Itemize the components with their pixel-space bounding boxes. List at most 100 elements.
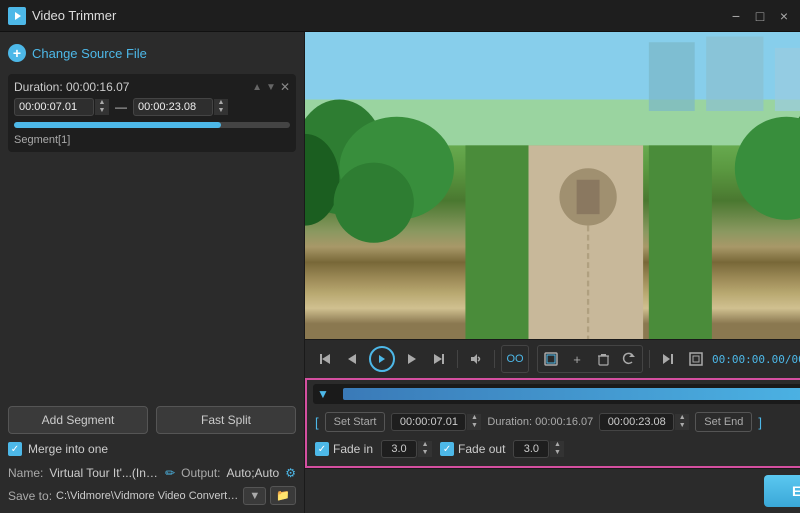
playback-controls: OO + 00:00:0 <box>305 339 800 378</box>
timeline-end-down[interactable]: ▼ <box>675 422 689 430</box>
timeline-end-input[interactable] <box>599 413 674 431</box>
loop-button[interactable]: OO <box>503 347 527 371</box>
restore-button[interactable]: □ <box>752 8 768 24</box>
skip-end-button[interactable] <box>427 347 451 371</box>
export-area: Export <box>305 468 800 513</box>
bracket-left-icon: [ <box>315 415 319 430</box>
edit-icon[interactable]: ✏ <box>165 466 175 480</box>
fade-out-input[interactable] <box>513 440 549 458</box>
file-name: Virtual Tour It'...(Intramuros).mp4 <box>49 466 159 480</box>
fade-out-label: ✓ Fade out <box>440 442 505 456</box>
minimize-button[interactable]: − <box>728 8 744 24</box>
rotate-button[interactable] <box>617 347 641 371</box>
timeline-cursor-icon: ▼ <box>317 387 329 401</box>
fade-in-checkbox[interactable]: ✓ <box>315 442 329 456</box>
output-label: Output: <box>181 466 220 480</box>
end-time-down[interactable]: ▼ <box>214 107 228 115</box>
fade-out-wrap: ▲ ▼ <box>513 440 564 458</box>
app-icon <box>8 7 26 25</box>
view-controls-group: + <box>537 345 643 373</box>
end-time-input-wrap: ▲ ▼ <box>133 98 228 116</box>
end-time-input[interactable] <box>133 98 213 116</box>
fade-out-checkbox[interactable]: ✓ <box>440 442 454 456</box>
volume-button[interactable] <box>464 347 488 371</box>
start-time-input-wrap: ▲ ▼ <box>14 98 109 116</box>
change-source-label: Change Source File <box>32 46 147 61</box>
segment-progress-bar <box>14 122 290 128</box>
segment-header: Duration: 00:00:16.07 ▲ ▼ ✕ <box>14 80 290 94</box>
end-time-wrap: ▲ ▼ <box>599 413 689 431</box>
add-button[interactable]: + <box>565 347 589 371</box>
video-preview <box>305 32 800 339</box>
playback-mode-group: OO <box>501 345 529 373</box>
change-source-button[interactable]: + Change Source File <box>8 40 296 66</box>
crop-button[interactable] <box>539 347 563 371</box>
separator-3 <box>649 350 650 368</box>
main-content: + Change Source File Duration: 00:00:16.… <box>0 32 800 513</box>
fade-in-input[interactable] <box>381 440 417 458</box>
start-time-input[interactable] <box>14 98 94 116</box>
start-time-down[interactable]: ▼ <box>95 107 109 115</box>
set-end-button[interactable]: Set End <box>695 412 752 432</box>
start-time-wrap: ▲ ▼ <box>391 413 481 431</box>
timeline-start-input[interactable] <box>391 413 466 431</box>
duration-prefix: Duration: 00:00:16.07 <box>487 416 593 428</box>
separator-1 <box>457 350 458 368</box>
name-row: Name: Virtual Tour It'...(Intramuros).mp… <box>8 466 296 480</box>
fade-row: ✓ Fade in ▲ ▼ ✓ Fade out <box>313 436 800 462</box>
timeline-fill <box>343 388 800 400</box>
video-frame <box>305 32 800 339</box>
window-controls: − □ × <box>728 8 792 24</box>
merge-label: Merge into one <box>28 442 108 456</box>
close-button[interactable]: × <box>776 8 792 24</box>
timeline-area: ▼ [ Set Start ▲ ▼ Duration: 00:00:16.07 <box>305 378 800 468</box>
set-points-row: [ Set Start ▲ ▼ Duration: 00:00:16.07 <box>313 408 800 436</box>
segment-duration: Duration: 00:00:16.07 <box>14 80 129 94</box>
segment-label: Segment[1] <box>14 134 70 146</box>
save-path: C:\Vidmore\Vidmore Video Converter\Trimm… <box>56 490 239 502</box>
go-to-start-button[interactable] <box>313 347 337 371</box>
add-segment-button[interactable]: Add Segment <box>8 406 148 434</box>
play-from-button[interactable] <box>656 347 680 371</box>
fullscreen-button[interactable] <box>684 347 708 371</box>
merge-checkbox[interactable]: ✓ <box>8 442 22 456</box>
fade-out-down[interactable]: ▼ <box>550 449 564 457</box>
play-button[interactable] <box>369 346 395 372</box>
open-folder-button[interactable]: 📁 <box>270 486 296 505</box>
separator-2 <box>494 350 495 368</box>
timeline-start-up[interactable]: ▲ <box>467 414 481 422</box>
name-label: Name: <box>8 466 43 480</box>
left-bottom: Add Segment Fast Split ✓ Merge into one … <box>8 406 296 505</box>
scroll-up-icon[interactable]: ▲ <box>252 82 262 93</box>
timeline-start-down[interactable]: ▼ <box>467 422 481 430</box>
fade-out-up[interactable]: ▲ <box>550 441 564 449</box>
add-icon: + <box>8 44 26 62</box>
right-panel: OO + 00:00:0 <box>305 32 800 513</box>
gear-icon[interactable]: ⚙ <box>285 466 296 480</box>
fade-in-wrap: ▲ ▼ <box>381 440 432 458</box>
prev-frame-button[interactable] <box>341 347 365 371</box>
segment-progress-fill <box>14 122 221 128</box>
segment-buttons: Add Segment Fast Split <box>8 406 296 434</box>
app-title: Video Trimmer <box>32 8 728 23</box>
segment-close-button[interactable]: ✕ <box>280 80 290 94</box>
fast-split-button[interactable]: Fast Split <box>156 406 296 434</box>
set-start-button[interactable]: Set Start <box>325 412 386 432</box>
scroll-down-icon[interactable]: ▼ <box>266 82 276 93</box>
end-time-up[interactable]: ▲ <box>214 99 228 107</box>
timeline-end-up[interactable]: ▲ <box>675 414 689 422</box>
bracket-right-icon: ] <box>758 415 762 430</box>
delete-button[interactable] <box>591 347 615 371</box>
fade-in-down[interactable]: ▼ <box>418 449 432 457</box>
save-row: Save to: C:\Vidmore\Vidmore Video Conver… <box>8 486 296 505</box>
timeline-track[interactable]: ▼ <box>313 384 800 404</box>
left-panel: + Change Source File Duration: 00:00:16.… <box>0 32 305 513</box>
output-value: Auto;Auto <box>227 466 280 480</box>
fade-in-up[interactable]: ▲ <box>418 441 432 449</box>
folder-dropdown-button[interactable]: ▼ <box>243 487 266 505</box>
segment-time-row: ▲ ▼ — ▲ ▼ <box>14 98 290 116</box>
start-time-up[interactable]: ▲ <box>95 99 109 107</box>
export-button[interactable]: Export <box>764 475 800 507</box>
merge-row: ✓ Merge into one <box>8 442 296 456</box>
next-frame-button[interactable] <box>399 347 423 371</box>
